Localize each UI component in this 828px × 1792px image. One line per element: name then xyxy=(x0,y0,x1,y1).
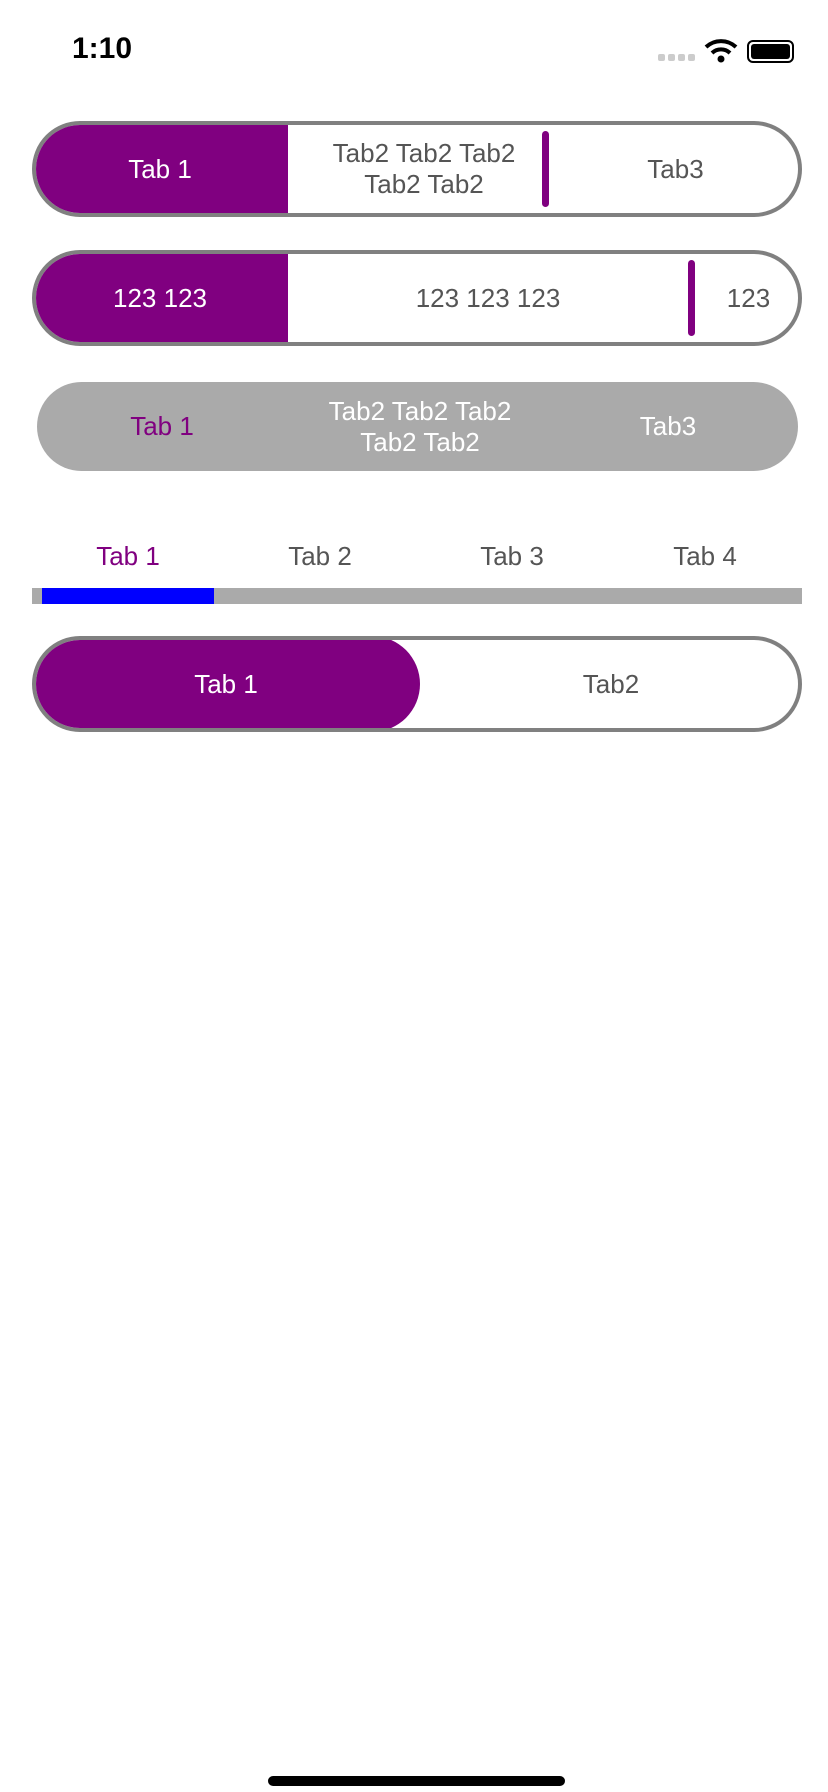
segment-tab-1[interactable]: 123 123 xyxy=(36,254,288,342)
tab-4[interactable]: Tab 4 xyxy=(608,535,802,577)
status-time: 1:10 xyxy=(72,32,133,65)
tab-indicator xyxy=(42,588,214,604)
segmented-control-1: Tab 1 Tab2 Tab2 Tab2 Tab2 Tab2 Tab3 xyxy=(32,121,802,217)
tab-1[interactable]: Tab 1 xyxy=(32,535,224,577)
segment-tab-1[interactable]: Tab 1 xyxy=(36,640,420,728)
segment-tab-1[interactable]: Tab 1 xyxy=(36,125,288,213)
tab-3[interactable]: Tab 3 xyxy=(416,535,608,577)
segment-tab-2[interactable]: Tab2 Tab2 Tab2 Tab2 Tab2 xyxy=(306,125,542,213)
segment-tab-2[interactable]: Tab2 Tab2 Tab2 Tab2 Tab2 xyxy=(302,382,538,471)
segment-tab-2[interactable]: Tab2 xyxy=(420,640,798,728)
signal-dots-icon xyxy=(658,54,695,61)
segment-tab-1[interactable]: Tab 1 xyxy=(37,382,287,471)
segmented-control-4: Tab 1 Tab2 xyxy=(32,636,802,732)
segmented-control-2: 123 123 123 123 123 123 xyxy=(32,250,802,346)
segment-tab-2[interactable]: 123 123 123 xyxy=(288,254,688,342)
segment-tab-3[interactable]: Tab3 xyxy=(538,382,798,471)
segment-tab-3[interactable]: Tab3 xyxy=(549,125,798,213)
segment-divider xyxy=(542,131,549,207)
segmented-control-3: Tab 1 Tab2 Tab2 Tab2 Tab2 Tab2 Tab3 xyxy=(37,382,798,471)
tab-bar: Tab 1 Tab 2 Tab 3 Tab 4 xyxy=(32,535,802,605)
battery-icon xyxy=(747,40,794,63)
tab-2[interactable]: Tab 2 xyxy=(224,535,416,577)
home-indicator[interactable] xyxy=(268,1776,565,1786)
segment-divider xyxy=(688,260,695,336)
segment-tab-3[interactable]: 123 xyxy=(695,254,798,342)
wifi-icon xyxy=(704,39,738,63)
